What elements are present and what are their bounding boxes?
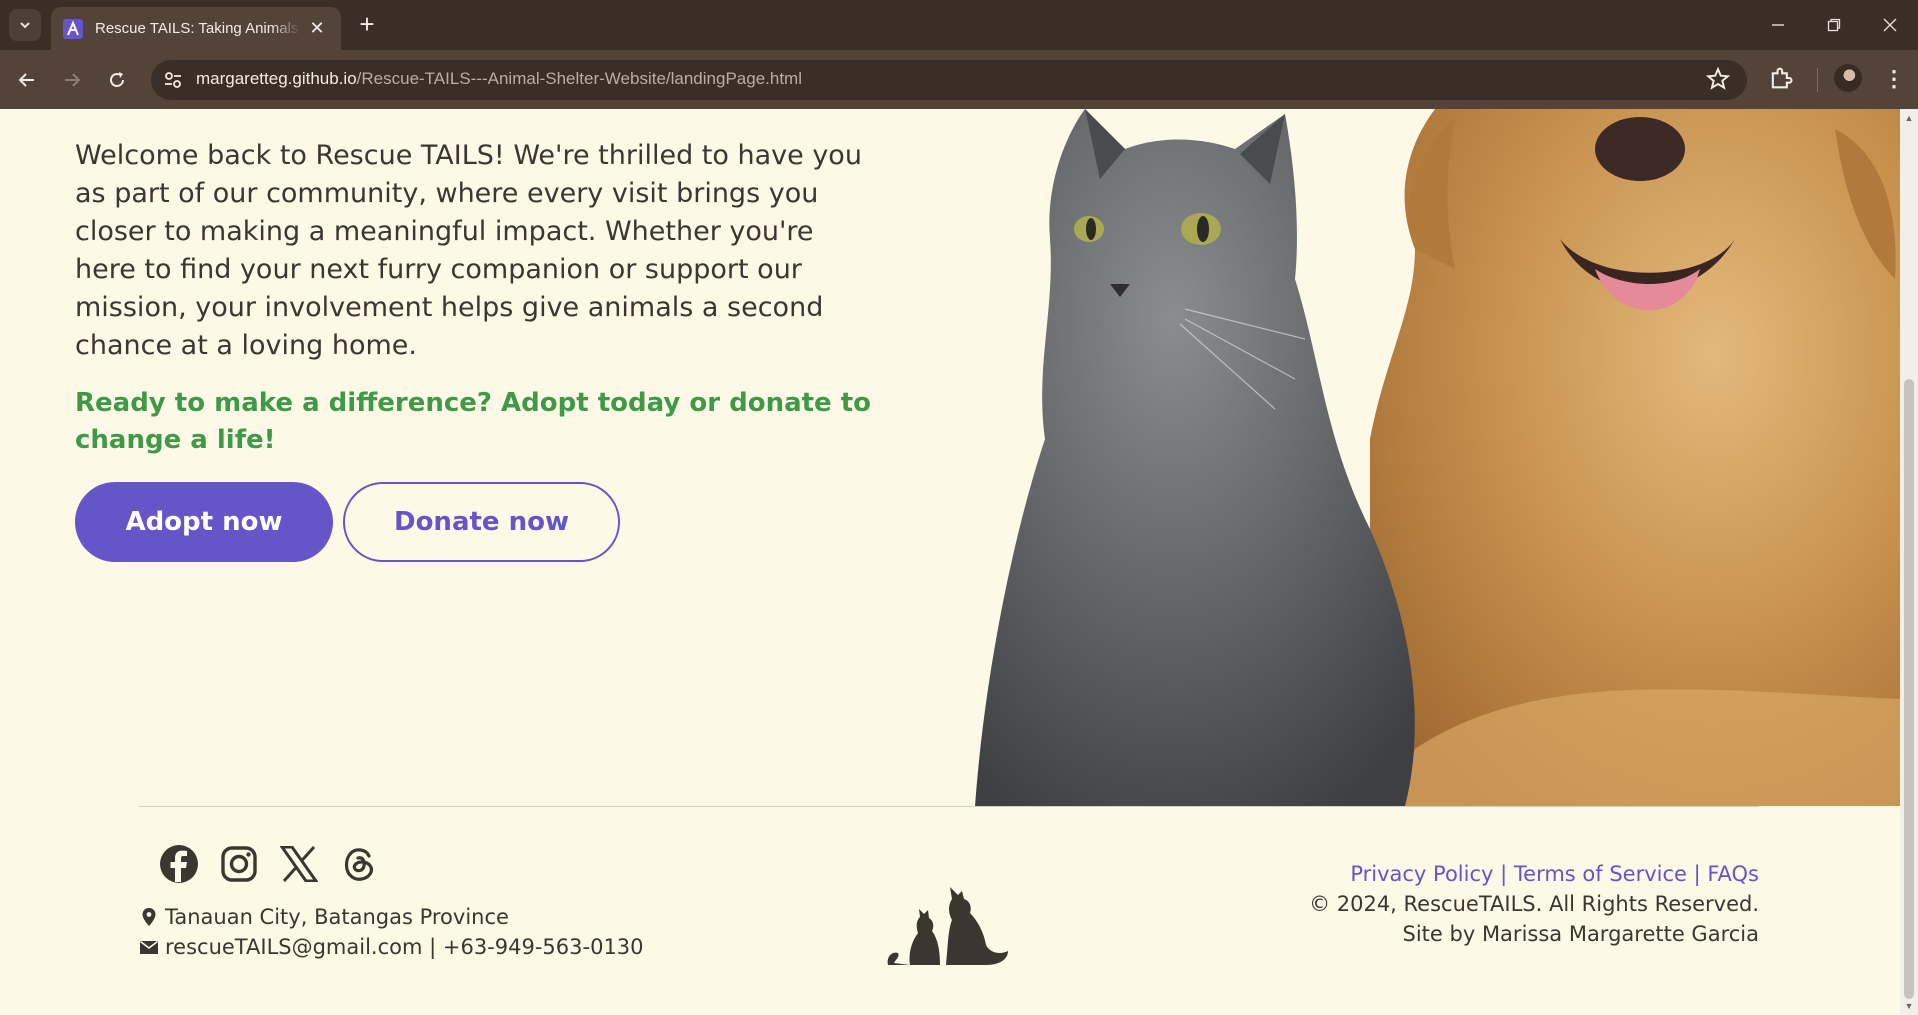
- url-path: /Rescue-TAILS---Animal-Shelter-Website/l…: [356, 69, 802, 88]
- close-window-button[interactable]: [1862, 0, 1918, 50]
- envelope-icon: [140, 940, 158, 954]
- contact-text: rescueTAILS@gmail.com | +63-949-563-0130: [165, 935, 644, 959]
- chevron-down-icon: [20, 22, 30, 29]
- page-viewport: Welcome back to Rescue TAILS! We're thri…: [0, 109, 1900, 1015]
- new-tab-button[interactable]: +: [352, 10, 382, 40]
- footer-divider: [139, 806, 1759, 807]
- scroll-up-arrow-icon[interactable]: ▲: [1904, 113, 1914, 123]
- social-links: [158, 843, 380, 885]
- reload-button[interactable]: [101, 64, 133, 96]
- terms-of-service-link[interactable]: Terms of Service: [1514, 862, 1687, 886]
- map-pin-icon: [142, 908, 156, 926]
- call-to-action-text: Ready to make a difference? Adopt today …: [75, 388, 872, 455]
- arrow-right-icon: [65, 73, 81, 87]
- cat-and-dog-photo: [975, 109, 1900, 806]
- tab-search-button[interactable]: [9, 9, 41, 41]
- page-scrollbar[interactable]: ▲ ▼: [1900, 109, 1918, 1015]
- extensions-puzzle-icon[interactable]: [1767, 64, 1795, 92]
- url-text[interactable]: margaretteg.github.io/Rescue-TAILS---Ani…: [196, 69, 802, 89]
- privacy-policy-link[interactable]: Privacy Policy: [1350, 862, 1493, 886]
- browser-menu-icon[interactable]: ⋮: [1880, 64, 1908, 96]
- url-domain: margaretteg.github.io: [196, 69, 357, 88]
- location-text: Tanauan City, Batangas Province: [165, 905, 509, 929]
- minimize-window-button[interactable]: [1750, 0, 1806, 50]
- x-icon[interactable]: [278, 843, 320, 885]
- adopt-now-button[interactable]: Adopt now: [75, 482, 333, 562]
- arrow-left-icon: [18, 73, 34, 87]
- scrollbar-thumb[interactable]: [1904, 379, 1914, 999]
- threads-icon[interactable]: [338, 843, 380, 885]
- faqs-link[interactable]: FAQs: [1707, 862, 1759, 886]
- scroll-down-arrow-icon[interactable]: ▼: [1904, 1001, 1914, 1011]
- forward-button[interactable]: [56, 64, 88, 96]
- browser-tab-strip: Rescue TAILS: Taking Animals In ✕ +: [0, 0, 1918, 50]
- link-separator: |: [1493, 862, 1514, 886]
- toolbar-divider: [1817, 68, 1818, 92]
- welcome-paragraph: Welcome back to Rescue TAILS! We're thri…: [75, 140, 862, 361]
- site-credit-text: Site by Marissa Margarette Garcia: [1402, 922, 1759, 946]
- rescue-tails-favicon-icon: [63, 18, 83, 39]
- restore-icon: [1827, 18, 1841, 32]
- close-icon: [1883, 18, 1897, 32]
- instagram-icon[interactable]: [218, 843, 260, 885]
- active-tab[interactable]: Rescue TAILS: Taking Animals In ✕: [51, 7, 341, 50]
- copyright-text: © 2024, RescueTAILS. All Rights Reserved…: [1309, 892, 1759, 916]
- back-button[interactable]: [11, 64, 43, 96]
- close-tab-icon[interactable]: ✕: [307, 18, 327, 39]
- link-separator: |: [1686, 862, 1708, 886]
- restore-window-button[interactable]: [1806, 0, 1862, 50]
- facebook-icon[interactable]: [158, 843, 200, 885]
- minimize-icon: [1772, 24, 1784, 26]
- profile-avatar[interactable]: [1834, 64, 1862, 92]
- footer-links: Privacy Policy | Terms of Service | FAQs: [1309, 859, 1759, 889]
- tab-title: Rescue TAILS: Taking Animals In: [95, 20, 301, 37]
- donate-now-button[interactable]: Donate now: [343, 482, 620, 562]
- location-line: Tanauan City, Batangas Province: [139, 905, 509, 929]
- contact-line: rescueTAILS@gmail.com | +63-949-563-0130: [139, 935, 644, 959]
- cat-and-dog-silhouette-logo: [887, 887, 1008, 965]
- bookmark-star-icon[interactable]: [1705, 66, 1731, 92]
- reload-icon: [110, 72, 124, 87]
- footer-right: Privacy Policy | Terms of Service | FAQs…: [1309, 859, 1759, 949]
- site-info-icon[interactable]: [162, 69, 184, 91]
